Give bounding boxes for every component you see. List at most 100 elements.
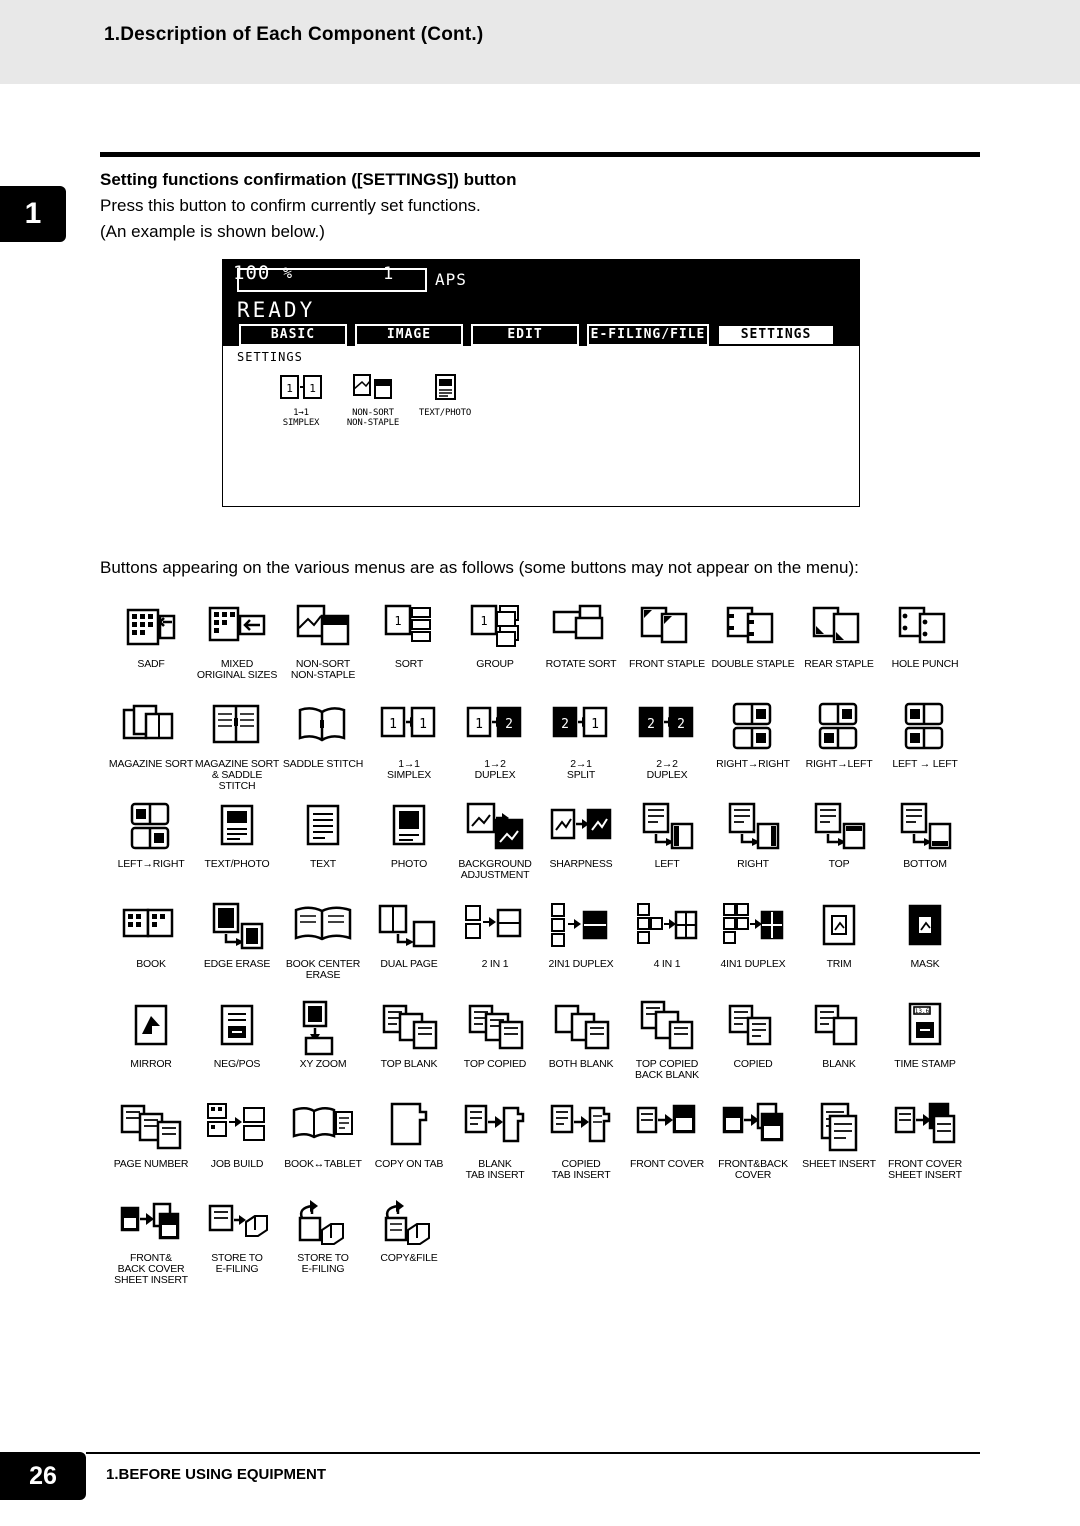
icon-cell-simplex[interactable]: 1 1 1→1 SIMPLEX: [366, 700, 452, 781]
store-to-e-filing-2-icon: [298, 1200, 344, 1245]
lcd-content-label: SETTINGS: [237, 350, 303, 364]
trim-icon: [822, 904, 856, 946]
icon-cell-magazine-sort-saddle-stitch[interactable]: MAGAZINE SORT & SADDLE STITCH: [194, 700, 280, 792]
icon-cell-top-copied-back-blank[interactable]: TOP COPIED BACK BLANK: [624, 1000, 710, 1081]
icon-cell-4in1-duplex[interactable]: 4IN1 DUPLEX: [710, 900, 796, 970]
icon-cell-right-left[interactable]: RIGHT→LEFT: [796, 700, 882, 770]
icon-cell-copied[interactable]: COPIED: [710, 1000, 796, 1070]
icon-caption: NEG/POS: [213, 1058, 261, 1070]
icon-cell-neg-pos[interactable]: NEG/POS: [194, 1000, 280, 1070]
icon-cell-dual-page[interactable]: DUAL PAGE: [366, 900, 452, 970]
icon-cell-background-adjustment[interactable]: BACKGROUND ADJUSTMENT: [452, 800, 538, 881]
icon-cell-book-tablet[interactable]: BOOK↔TABLET: [280, 1100, 366, 1170]
svg-text:13.6: 13.6: [915, 1008, 930, 1015]
icon-caption: TOP COPIED: [463, 1058, 527, 1070]
icon-caption: STORE TO E-FILING: [211, 1252, 263, 1275]
icon-cell-split[interactable]: 2 1 2→1 SPLIT: [538, 700, 624, 781]
icon-cell-front-back-cover-sheet-insert[interactable]: FRONT& BACK COVER SHEET INSERT: [108, 1200, 194, 1286]
icon-cell-left[interactable]: LEFT: [624, 800, 710, 870]
icon-cell-trim[interactable]: TRIM: [796, 900, 882, 970]
icon-cell-copy-on-tab[interactable]: COPY ON TAB: [366, 1100, 452, 1170]
icon-cell-time-stamp[interactable]: 13.6 TIME STAMP: [882, 1000, 968, 1070]
icon-cell-blank-tab-insert[interactable]: BLANK TAB INSERT: [452, 1100, 538, 1181]
icon-cell-left-left[interactable]: LEFT → LEFT: [882, 700, 968, 770]
icon-cell-2in1-duplex[interactable]: 2IN1 DUPLEX: [538, 900, 624, 970]
icon-cell-top-copied[interactable]: TOP COPIED: [452, 1000, 538, 1070]
icon-cell-front-back-cover[interactable]: FRONT&BACK COVER: [710, 1100, 796, 1181]
icon-cell-sort[interactable]: 1 SORT: [366, 600, 452, 670]
icon-caption: TIME STAMP: [894, 1058, 956, 1070]
lcd-setting-non-sort[interactable]: NON-SORT NON-STAPLE: [337, 372, 409, 428]
icon-cell-copied-tab-insert[interactable]: COPIED TAB INSERT: [538, 1100, 624, 1181]
tab-edit[interactable]: EDIT: [471, 324, 579, 346]
blank-tab-insert-icon: [464, 1104, 525, 1143]
mask-icon: [908, 904, 942, 946]
icon-cell-magazine-sort[interactable]: MAGAZINE SORT: [108, 700, 194, 770]
section-line-2: (An example is shown below.): [100, 222, 325, 241]
icon-cell-mixed-original-sizes[interactable]: MIXED ORIGINAL SIZES: [194, 600, 280, 681]
icon-caption: RIGHT→LEFT: [805, 758, 873, 770]
4in1-icon: [637, 903, 698, 944]
icon-cell-duplex-1-2[interactable]: 1 2 1→2 DUPLEX: [452, 700, 538, 781]
icon-caption: FRONT& BACK COVER SHEET INSERT: [114, 1252, 188, 1286]
icon-cell-rear-staple[interactable]: REAR STAPLE: [796, 600, 882, 670]
icon-cell-book-center-erase[interactable]: BOOK CENTER ERASE: [280, 900, 366, 981]
icon-caption: DUAL PAGE: [380, 958, 438, 970]
icon-cell-store-to-e-filing-2[interactable]: STORE TO E-FILING: [280, 1200, 366, 1275]
icon-cell-front-cover-sheet-insert[interactable]: FRONT COVER SHEET INSERT: [882, 1100, 968, 1181]
icon-cell-job-build[interactable]: JOB BUILD: [194, 1100, 280, 1170]
icon-cell-blank[interactable]: BLANK: [796, 1000, 882, 1070]
icon-cell-sheet-insert[interactable]: SHEET INSERT: [796, 1100, 882, 1170]
lcd-setting-simplex[interactable]: 1 1 1→1 SIMPLEX: [265, 372, 337, 428]
icon-cell-saddle-stitch[interactable]: SADDLE STITCH: [280, 700, 366, 770]
icon-cell-top[interactable]: TOP: [796, 800, 882, 870]
icon-cell-both-blank[interactable]: BOTH BLANK: [538, 1000, 624, 1070]
icon-cell-store-to-e-filing[interactable]: STORE TO E-FILING: [194, 1200, 280, 1275]
icon-cell-duplex-2-2[interactable]: 2 2 2→2 DUPLEX: [624, 700, 710, 781]
magazine-sort-saddle-stitch-icon: [212, 704, 260, 744]
icon-cell-non-sort-non-staple[interactable]: NON-SORT NON-STAPLE: [280, 600, 366, 681]
icon-cell-mask[interactable]: MASK: [882, 900, 968, 970]
icon-cell-group[interactable]: 1 GROUP: [452, 600, 538, 670]
icon-cell-sadf[interactable]: SADF: [108, 600, 194, 670]
icon-cell-front-staple[interactable]: FRONT STAPLE: [624, 600, 710, 670]
icon-cell-book[interactable]: BOOK: [108, 900, 194, 970]
icon-cell-photo[interactable]: PHOTO: [366, 800, 452, 870]
icon-cell-xy-zoom[interactable]: XY ZOOM: [280, 1000, 366, 1070]
icon-cell-2in1[interactable]: 2 IN 1: [452, 900, 538, 970]
icon-caption: SORT: [394, 658, 424, 670]
svg-text:1: 1: [475, 717, 483, 732]
tab-basic[interactable]: BASIC: [239, 324, 347, 346]
icon-cell-edge-erase[interactable]: EDGE ERASE: [194, 900, 280, 970]
tab-image[interactable]: IMAGE: [355, 324, 463, 346]
icon-caption: BLANK TAB INSERT: [465, 1158, 525, 1181]
icon-cell-front-cover[interactable]: FRONT COVER: [624, 1100, 710, 1170]
tab-settings[interactable]: SETTINGS: [717, 324, 835, 346]
store-to-e-filing-icon: [208, 1204, 268, 1237]
icon-cell-bottom[interactable]: BOTTOM: [882, 800, 968, 870]
icon-caption: GROUP: [476, 658, 514, 670]
lcd-panel-example: 100 % 1 APS READY BASIC IMAGE EDIT E-FIL…: [222, 259, 860, 507]
front-cover-icon: [636, 1104, 696, 1134]
icon-cell-left-right[interactable]: LEFT→RIGHT: [108, 800, 194, 870]
icon-cell-top-blank[interactable]: TOP BLANK: [366, 1000, 452, 1070]
icon-cell-rotate-sort[interactable]: ROTATE SORT: [538, 600, 624, 670]
icon-cell-mirror[interactable]: MIRROR: [108, 1000, 194, 1070]
lcd-setting-text-photo[interactable]: TEXT/PHOTO: [409, 372, 481, 418]
icon-cell-right-right[interactable]: RIGHT→RIGHT: [710, 700, 796, 770]
icon-caption: 4IN1 DUPLEX: [720, 958, 786, 970]
icon-cell-double-staple[interactable]: DOUBLE STAPLE: [710, 600, 796, 670]
icon-caption: 2IN1 DUPLEX: [548, 958, 614, 970]
left-icon: [642, 802, 694, 850]
tab-efiling-file[interactable]: E-FILING/FILE: [587, 324, 709, 346]
icon-caption: XY ZOOM: [299, 1058, 347, 1070]
icon-cell-text[interactable]: TEXT: [280, 800, 366, 870]
icon-cell-sharpness[interactable]: SHARPNESS: [538, 800, 624, 870]
icon-cell-page-number[interactable]: PAGE NUMBER: [108, 1100, 194, 1170]
icon-cell-4in1[interactable]: 4 IN 1: [624, 900, 710, 970]
icon-cell-right[interactable]: RIGHT: [710, 800, 796, 870]
icon-caption: COPIED TAB INSERT: [551, 1158, 611, 1181]
icon-cell-hole-punch[interactable]: HOLE PUNCH: [882, 600, 968, 670]
icon-cell-text-photo[interactable]: TEXT/PHOTO: [194, 800, 280, 870]
icon-cell-copy-and-file[interactable]: COPY&FILE: [366, 1200, 452, 1264]
